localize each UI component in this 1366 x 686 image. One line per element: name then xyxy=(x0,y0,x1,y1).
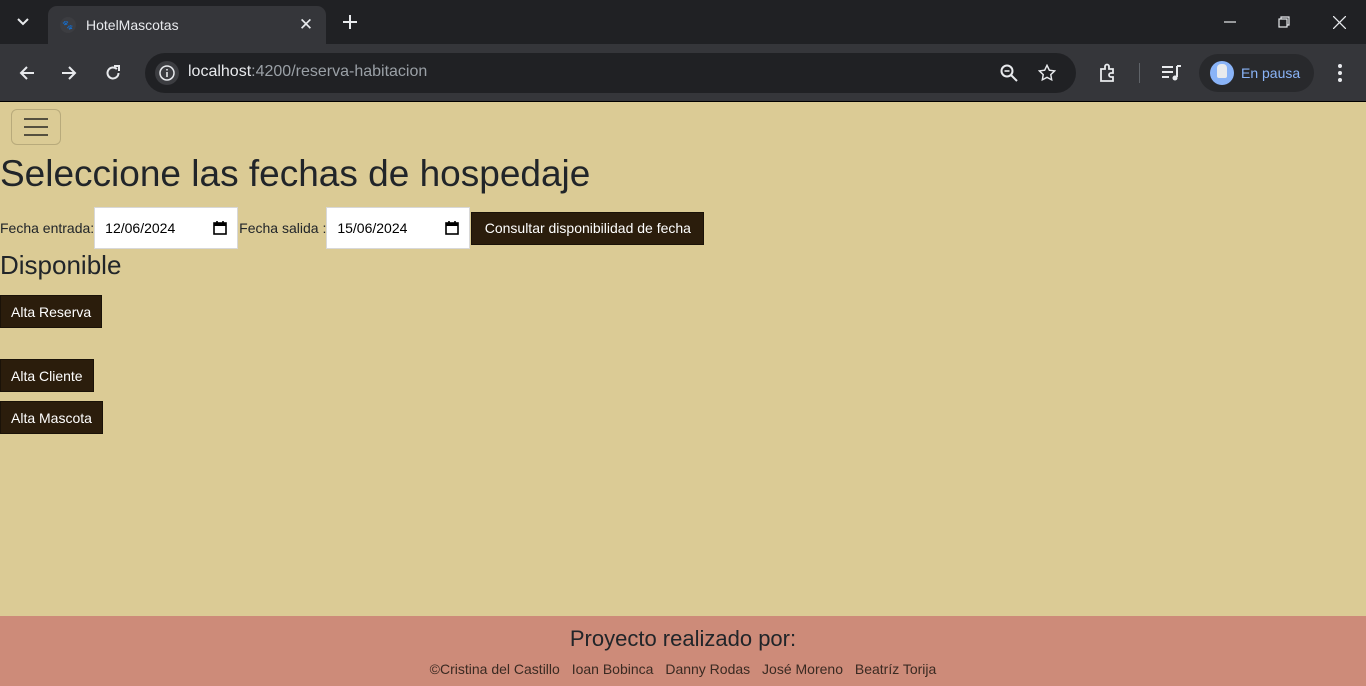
restore-icon xyxy=(1278,16,1290,28)
browser-menu-icon[interactable] xyxy=(1327,60,1353,86)
fecha-entrada-value: 12/06/2024 xyxy=(105,220,176,236)
page-title: Seleccione las fechas de hospedaje xyxy=(0,153,591,194)
author-name: ©Cristina del Castillo xyxy=(429,661,560,677)
author-name: Beatríz Torija xyxy=(854,661,937,677)
date-form: Fecha entrada: 12/06/2024 Fecha salida :… xyxy=(0,207,705,249)
toolbar-divider xyxy=(1139,63,1140,83)
new-tab-button[interactable] xyxy=(336,8,364,36)
page-content: Seleccione las fechas de hospedaje Fecha… xyxy=(0,102,1366,616)
avatar xyxy=(1210,61,1234,85)
fecha-entrada-label: Fecha entrada: xyxy=(0,220,95,236)
hamburger-line xyxy=(24,134,48,136)
footer-authors: ©Cristina del Castillo Ioan Bobinca Dann… xyxy=(0,661,1366,677)
minimize-button[interactable] xyxy=(1202,0,1258,44)
media-control-icon[interactable] xyxy=(1159,60,1185,86)
forward-button[interactable] xyxy=(53,57,85,89)
tab-search-button[interactable] xyxy=(8,8,38,36)
close-window-button[interactable] xyxy=(1311,0,1366,44)
alta-mascota-button[interactable]: Alta Mascota xyxy=(0,401,103,434)
zoom-icon[interactable] xyxy=(997,61,1021,85)
author-name: Danny Rodas xyxy=(665,661,751,677)
site-info-icon[interactable] xyxy=(155,61,179,85)
address-bar[interactable]: localhost:4200/reserva-habitacion xyxy=(145,53,1076,93)
browser-toolbar: localhost:4200/reserva-habitacion En pau… xyxy=(0,44,1366,102)
close-icon xyxy=(1332,15,1346,29)
profile-status: En pausa xyxy=(1241,65,1301,81)
restore-button[interactable] xyxy=(1256,0,1312,44)
page-footer: Proyecto realizado por: ©Cristina del Ca… xyxy=(0,616,1366,686)
fecha-entrada-input[interactable]: 12/06/2024 xyxy=(94,207,239,249)
arrow-left-icon xyxy=(19,66,34,80)
tab-title: HotelMascotas xyxy=(86,17,179,33)
calendar-icon[interactable] xyxy=(445,221,460,235)
hamburger-line xyxy=(24,118,48,120)
url-text[interactable]: localhost:4200/reserva-habitacion xyxy=(188,63,427,81)
url-host: localhost xyxy=(188,63,252,80)
author-name: José Moreno xyxy=(762,661,843,677)
plus-icon xyxy=(343,15,357,29)
paw-icon: 🐾 xyxy=(60,17,76,33)
fecha-salida-value: 15/06/2024 xyxy=(337,220,408,236)
footer-title: Proyecto realizado por: xyxy=(569,626,797,651)
fecha-salida-label: Fecha salida : xyxy=(239,220,327,236)
profile-button[interactable]: En pausa xyxy=(1199,54,1314,92)
browser-tabstrip: 🐾 HotelMascotas ✕ xyxy=(0,0,1366,44)
bookmark-star-icon[interactable] xyxy=(1035,61,1059,85)
back-button[interactable] xyxy=(11,57,43,89)
fecha-salida-input[interactable]: 15/06/2024 xyxy=(326,207,471,249)
reload-icon xyxy=(106,65,120,80)
reload-button[interactable] xyxy=(97,57,129,89)
minimize-icon xyxy=(1224,21,1236,23)
browser-tab[interactable]: 🐾 HotelMascotas ✕ xyxy=(48,6,326,44)
alta-cliente-button[interactable]: Alta Cliente xyxy=(0,359,94,392)
arrow-right-icon xyxy=(62,66,77,80)
url-path: :4200/reserva-habitacion xyxy=(251,63,428,80)
close-tab-icon[interactable]: ✕ xyxy=(294,13,318,37)
calendar-icon[interactable] xyxy=(213,221,227,235)
alta-reserva-button[interactable]: Alta Reserva xyxy=(0,295,103,328)
chevron-down-icon xyxy=(17,18,29,26)
availability-status: Disponible xyxy=(0,250,122,280)
extensions-icon[interactable] xyxy=(1095,60,1121,86)
hamburger-line xyxy=(24,126,48,128)
menu-toggle-button[interactable] xyxy=(11,109,61,145)
author-name: Ioan Bobinca xyxy=(571,661,654,677)
consultar-disponibilidad-button[interactable]: Consultar disponibilidad de fecha xyxy=(471,211,705,245)
